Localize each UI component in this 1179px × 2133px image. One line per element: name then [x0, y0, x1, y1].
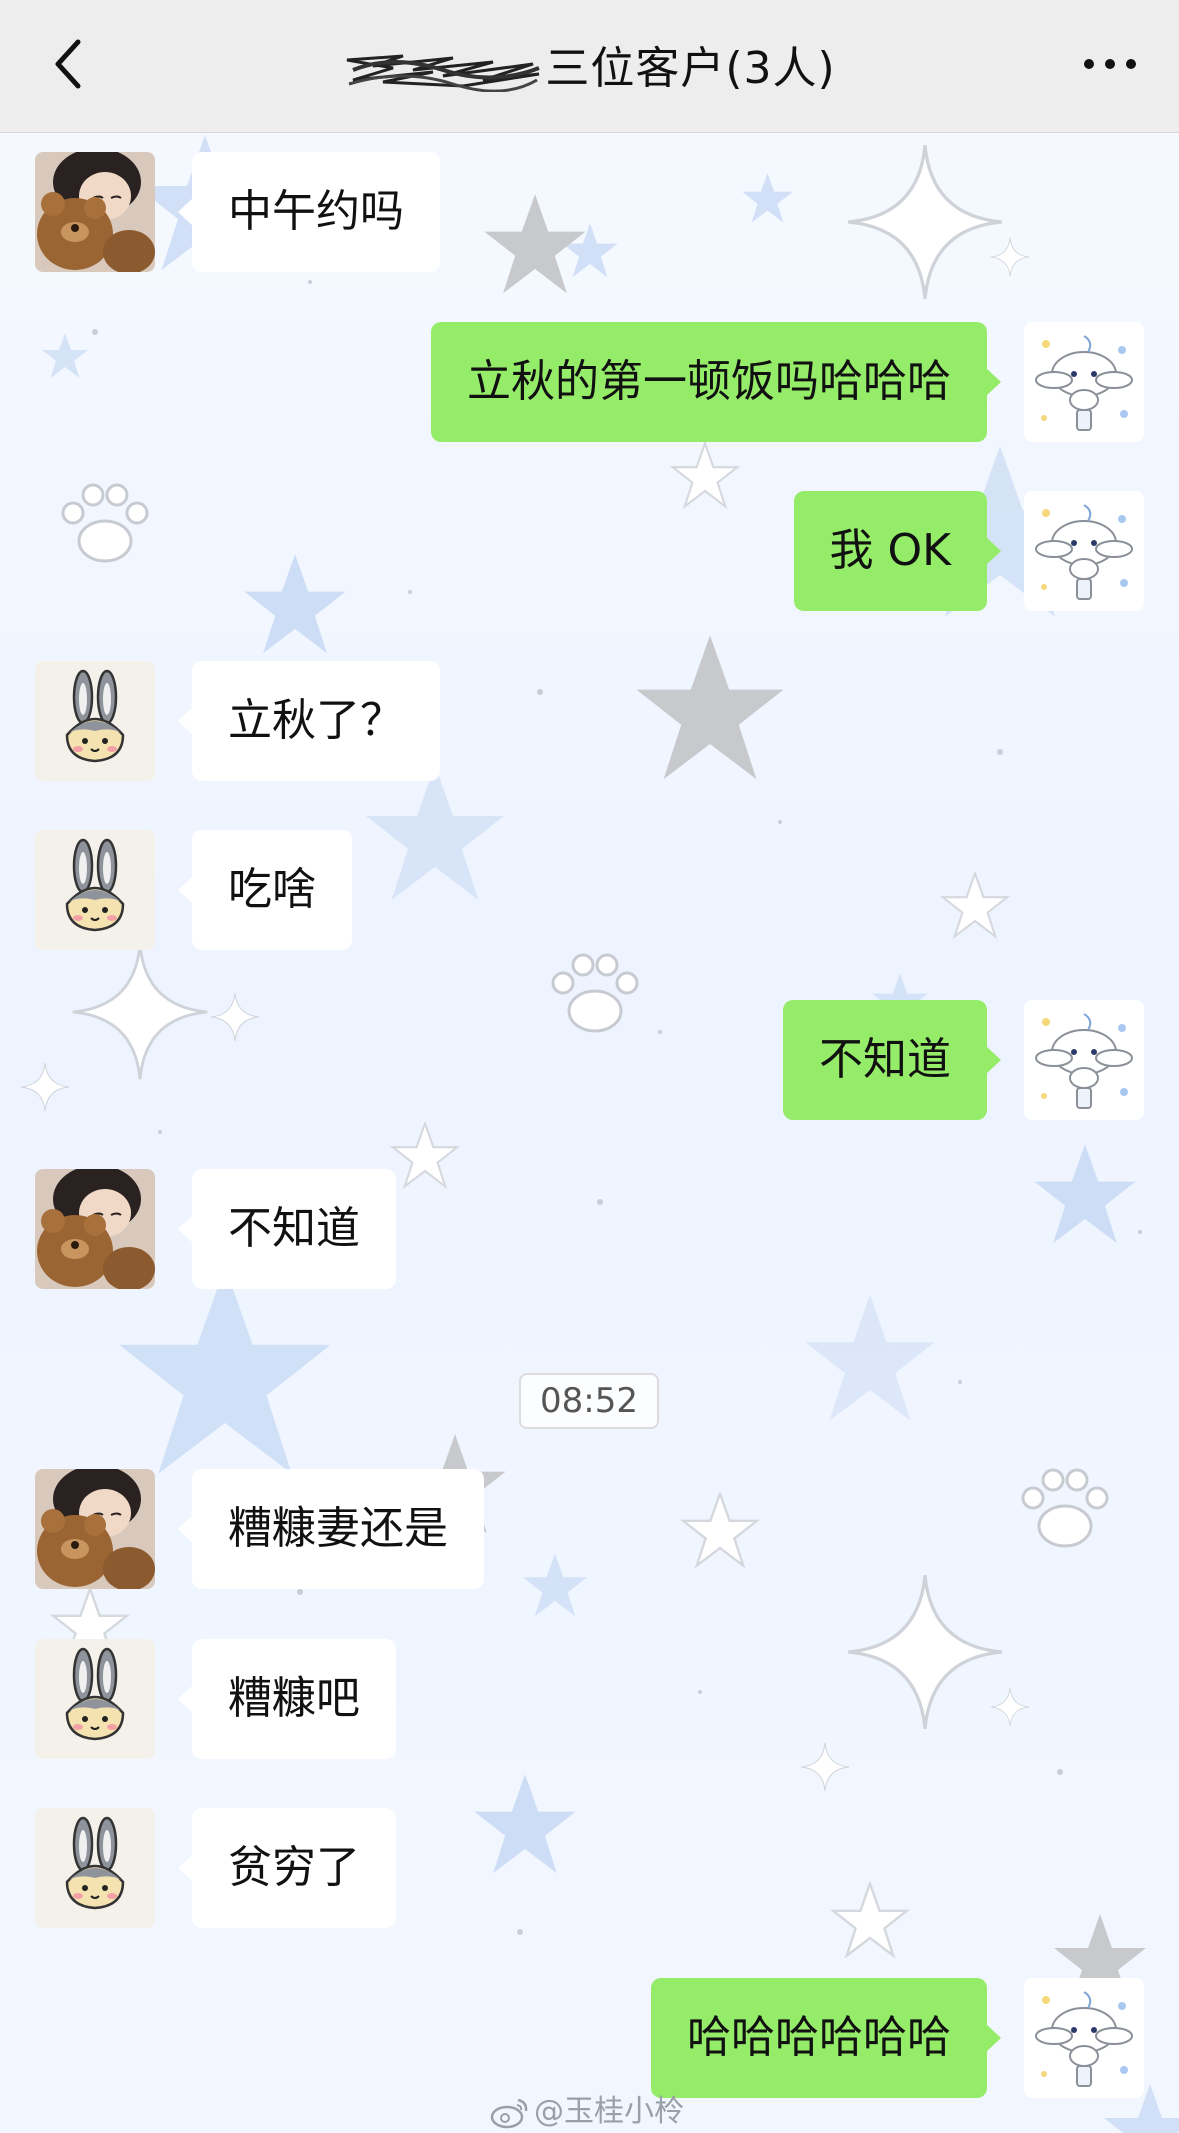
chat-header: 三位客户(3人) [0, 0, 1179, 133]
received-message-bubble[interactable]: 立秋了？ [178, 661, 440, 781]
message-row: 我 OK [0, 471, 1179, 611]
watermark: @玉桂小柃 [490, 2086, 684, 2130]
message-row: 立秋的第一顿饭吗哈哈哈 [0, 302, 1179, 442]
message-row: 吃啥 [0, 810, 1179, 950]
received-message-bubble[interactable]: 糟糠吧 [178, 1639, 396, 1759]
received-message-bubble[interactable]: 中午约吗 [178, 152, 440, 272]
chat-title-text: 三位客户(3人) [545, 43, 836, 94]
message-row: 糟糠妻还是 [0, 1449, 1179, 1589]
sent-message-bubble[interactable]: 哈哈哈哈哈哈 [651, 1978, 1001, 2098]
white-puppy-avatar[interactable] [1024, 1978, 1144, 2098]
received-message-bubble[interactable]: 贫穷了 [178, 1808, 396, 1928]
girl-with-teddy-bear-avatar[interactable] [35, 1469, 155, 1589]
message-timestamp: 08:52 [519, 1373, 659, 1429]
message-row: 哈哈哈哈哈哈 [0, 1958, 1179, 2098]
white-puppy-avatar[interactable] [1024, 1000, 1144, 1120]
bunny-avatar[interactable] [35, 830, 155, 950]
received-message-bubble[interactable]: 吃啥 [178, 830, 352, 950]
white-puppy-avatar[interactable] [1024, 491, 1144, 611]
message-row: 糟糠吧 [0, 1619, 1179, 1759]
white-puppy-avatar[interactable] [1024, 322, 1144, 442]
sent-message-bubble[interactable]: 不知道 [783, 1000, 1001, 1120]
bunny-avatar[interactable] [35, 1639, 155, 1759]
redacted-group-name [347, 54, 541, 92]
received-message-bubble[interactable]: 糟糠妻还是 [178, 1469, 484, 1589]
bunny-avatar[interactable] [35, 1808, 155, 1928]
chat-title: 三位客户(3人) [0, 32, 1179, 96]
weibo-icon [490, 2098, 528, 2128]
received-message-bubble[interactable]: 不知道 [178, 1169, 396, 1289]
girl-with-teddy-bear-avatar[interactable] [35, 152, 155, 272]
watermark-text: @玉桂小柃 [534, 2094, 684, 2129]
message-row: 不知道 [0, 1149, 1179, 1289]
message-row: 贫穷了 [0, 1788, 1179, 1928]
message-list[interactable]: 中午约吗 立秋的第一顿饭吗哈哈哈我 OK 立秋了？ 吃啥 不知道 不知道 糟糠妻还是 糟糠吧贫… [0, 132, 1179, 2133]
message-row: 中午约吗 [0, 132, 1179, 272]
sent-message-bubble[interactable]: 立秋的第一顿饭吗哈哈哈 [431, 322, 1001, 442]
girl-with-teddy-bear-avatar[interactable] [35, 1169, 155, 1289]
sent-message-bubble[interactable]: 我 OK [793, 491, 1002, 611]
message-row: 不知道 [0, 980, 1179, 1120]
ellipsis-icon[interactable] [1081, 44, 1139, 84]
bunny-avatar[interactable] [35, 661, 155, 781]
message-row: 立秋了？ [0, 641, 1179, 781]
